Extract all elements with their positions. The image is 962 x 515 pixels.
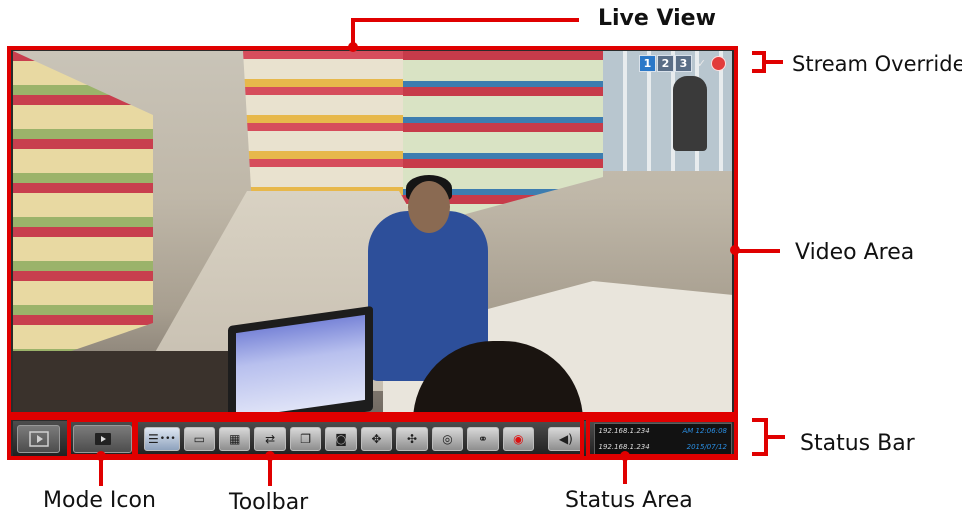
video-area-label: Video Area	[795, 240, 915, 265]
toolbar-outline	[134, 418, 584, 458]
status-area-label: Status Area	[565, 488, 693, 513]
status-bar-label: Status Bar	[800, 431, 915, 456]
status-bar-bracket	[752, 418, 768, 456]
toolbar-pointer	[268, 456, 272, 486]
live-view-outline	[7, 46, 738, 416]
mode-icon-pointer	[99, 456, 103, 486]
live-view-pointer-dot	[348, 42, 358, 52]
live-view-pointer-horizontal	[351, 18, 579, 22]
video-area-pointer	[736, 249, 780, 253]
stream-override-pointer	[765, 60, 783, 64]
status-bar-pointer	[767, 435, 785, 439]
toolbar-label: Toolbar	[229, 490, 309, 515]
stream-override-label: Stream Override	[792, 52, 962, 76]
status-area-outline	[586, 418, 738, 458]
live-view-label: Live View	[598, 6, 716, 31]
stream-override-bracket	[752, 51, 766, 73]
status-area-pointer	[623, 456, 627, 484]
mode-icon-label: Mode Icon	[43, 488, 156, 513]
